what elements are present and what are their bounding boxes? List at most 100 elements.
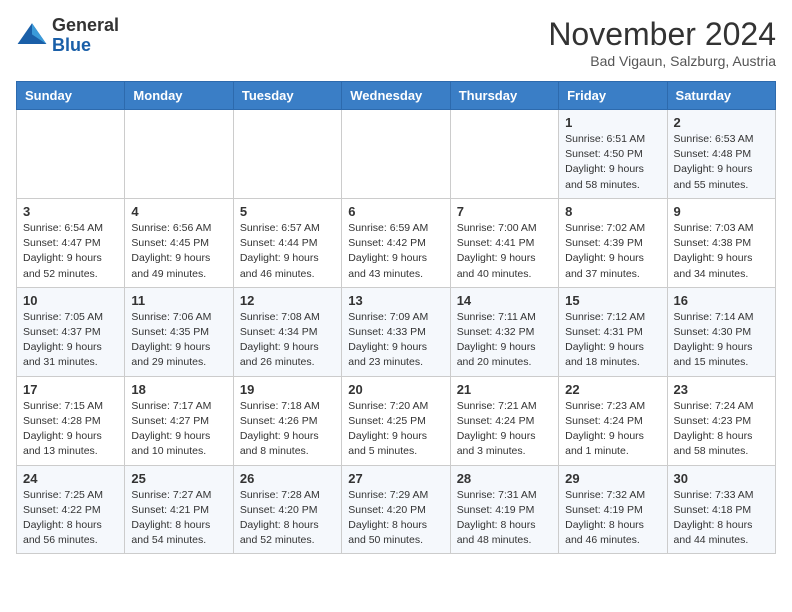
day-info: Sunrise: 7:31 AM Sunset: 4:19 PM Dayligh… — [457, 488, 552, 549]
day-number: 20 — [348, 382, 443, 397]
logo-icon — [16, 20, 48, 52]
day-info: Sunrise: 6:57 AM Sunset: 4:44 PM Dayligh… — [240, 221, 335, 282]
day-info: Sunrise: 7:03 AM Sunset: 4:38 PM Dayligh… — [674, 221, 769, 282]
day-info: Sunrise: 7:20 AM Sunset: 4:25 PM Dayligh… — [348, 399, 443, 460]
day-number: 6 — [348, 204, 443, 219]
day-info: Sunrise: 7:11 AM Sunset: 4:32 PM Dayligh… — [457, 310, 552, 371]
calendar-week-row: 10Sunrise: 7:05 AM Sunset: 4:37 PM Dayli… — [17, 287, 776, 376]
day-of-week-header: Tuesday — [233, 82, 341, 110]
day-number: 1 — [565, 115, 660, 130]
calendar-week-row: 17 Sunrise: 7:15 AM Sunset: 4:28 PM Dayli… — [17, 376, 776, 465]
calendar-day-cell: 21 Sunrise: 7:21 AM Sunset: 4:24 PM Dayli… — [450, 376, 558, 465]
day-number: 30 — [674, 471, 769, 486]
day-number: 24 — [23, 471, 118, 486]
day-number: 14 — [457, 293, 552, 308]
day-info: Sunrise: 7:21 AM Sunset: 4:24 PM Dayligh… — [457, 399, 552, 460]
calendar-day-cell: 12 Sunrise: 7:08 AM Sunset: 4:34 PM Dayli… — [233, 287, 341, 376]
calendar-day-cell: 17 Sunrise: 7:15 AM Sunset: 4:28 PM Dayli… — [17, 376, 125, 465]
calendar-day-cell: 30 Sunrise: 7:33 AM Sunset: 4:18 PM Dayli… — [667, 465, 775, 554]
day-number: 25 — [131, 471, 226, 486]
day-info: Sunrise: 7:24 AM Sunset: 4:23 PM Dayligh… — [674, 399, 769, 460]
day-info: Sunrise: 6:54 AM Sunset: 4:47 PM Dayligh… — [23, 221, 118, 282]
calendar-day-cell — [450, 110, 558, 199]
calendar-day-cell: 25 Sunrise: 7:27 AM Sunset: 4:21 PM Dayli… — [125, 465, 233, 554]
calendar-day-cell: 23 Sunrise: 7:24 AM Sunset: 4:23 PM Dayli… — [667, 376, 775, 465]
day-number: 17 — [23, 382, 118, 397]
day-info: Sunrise: 7:33 AM Sunset: 4:18 PM Dayligh… — [674, 488, 769, 549]
calendar-day-cell: 16Sunrise: 7:14 AM Sunset: 4:30 PM Dayli… — [667, 287, 775, 376]
day-number: 21 — [457, 382, 552, 397]
day-info: Sunrise: 7:17 AM Sunset: 4:27 PM Dayligh… — [131, 399, 226, 460]
day-info: Sunrise: 7:15 AM Sunset: 4:28 PM Dayligh… — [23, 399, 118, 460]
calendar-week-row: 3 Sunrise: 6:54 AM Sunset: 4:47 PM Daylig… — [17, 198, 776, 287]
logo-text: General Blue — [52, 16, 119, 56]
calendar-day-cell: 3 Sunrise: 6:54 AM Sunset: 4:47 PM Daylig… — [17, 198, 125, 287]
day-number: 15 — [565, 293, 660, 308]
day-info: Sunrise: 7:02 AM Sunset: 4:39 PM Dayligh… — [565, 221, 660, 282]
calendar-week-row: 24 Sunrise: 7:25 AM Sunset: 4:22 PM Dayli… — [17, 465, 776, 554]
day-number: 29 — [565, 471, 660, 486]
calendar-day-cell: 27 Sunrise: 7:29 AM Sunset: 4:20 PM Dayli… — [342, 465, 450, 554]
day-number: 22 — [565, 382, 660, 397]
header-row: SundayMondayTuesdayWednesdayThursdayFrid… — [17, 82, 776, 110]
day-number: 19 — [240, 382, 335, 397]
day-number: 7 — [457, 204, 552, 219]
day-of-week-header: Monday — [125, 82, 233, 110]
calendar-day-cell: 24 Sunrise: 7:25 AM Sunset: 4:22 PM Dayli… — [17, 465, 125, 554]
day-of-week-header: Friday — [559, 82, 667, 110]
calendar-day-cell: 18 Sunrise: 7:17 AM Sunset: 4:27 PM Dayli… — [125, 376, 233, 465]
day-info: Sunrise: 7:05 AM Sunset: 4:37 PM Dayligh… — [23, 310, 118, 371]
logo: General Blue — [16, 16, 119, 56]
calendar-week-row: 1 Sunrise: 6:51 AM Sunset: 4:50 PM Daylig… — [17, 110, 776, 199]
day-info: Sunrise: 7:18 AM Sunset: 4:26 PM Dayligh… — [240, 399, 335, 460]
day-number: 5 — [240, 204, 335, 219]
calendar-day-cell: 11Sunrise: 7:06 AM Sunset: 4:35 PM Dayli… — [125, 287, 233, 376]
day-number: 27 — [348, 471, 443, 486]
day-number: 18 — [131, 382, 226, 397]
calendar-day-cell — [17, 110, 125, 199]
day-info: Sunrise: 6:51 AM Sunset: 4:50 PM Dayligh… — [565, 132, 660, 193]
page-header: General Blue November 2024 Bad Vigaun, S… — [16, 16, 776, 69]
day-info: Sunrise: 7:08 AM Sunset: 4:34 PM Dayligh… — [240, 310, 335, 371]
location: Bad Vigaun, Salzburg, Austria — [548, 53, 776, 69]
calendar-day-cell: 4Sunrise: 6:56 AM Sunset: 4:45 PM Daylig… — [125, 198, 233, 287]
month-title: November 2024 — [548, 16, 776, 53]
calendar-day-cell: 1 Sunrise: 6:51 AM Sunset: 4:50 PM Daylig… — [559, 110, 667, 199]
day-info: Sunrise: 6:59 AM Sunset: 4:42 PM Dayligh… — [348, 221, 443, 282]
calendar-day-cell: 15 Sunrise: 7:12 AM Sunset: 4:31 PM Dayli… — [559, 287, 667, 376]
day-number: 12 — [240, 293, 335, 308]
day-number: 3 — [23, 204, 118, 219]
day-info: Sunrise: 7:28 AM Sunset: 4:20 PM Dayligh… — [240, 488, 335, 549]
day-number: 28 — [457, 471, 552, 486]
day-of-week-header: Sunday — [17, 82, 125, 110]
calendar-day-cell: 5 Sunrise: 6:57 AM Sunset: 4:44 PM Daylig… — [233, 198, 341, 287]
day-info: Sunrise: 7:12 AM Sunset: 4:31 PM Dayligh… — [565, 310, 660, 371]
day-of-week-header: Thursday — [450, 82, 558, 110]
calendar-day-cell: 2 Sunrise: 6:53 AM Sunset: 4:48 PM Daylig… — [667, 110, 775, 199]
day-number: 13 — [348, 293, 443, 308]
day-info: Sunrise: 7:27 AM Sunset: 4:21 PM Dayligh… — [131, 488, 226, 549]
day-number: 2 — [674, 115, 769, 130]
day-info: Sunrise: 7:29 AM Sunset: 4:20 PM Dayligh… — [348, 488, 443, 549]
calendar-day-cell: 26 Sunrise: 7:28 AM Sunset: 4:20 PM Dayli… — [233, 465, 341, 554]
day-of-week-header: Wednesday — [342, 82, 450, 110]
calendar-day-cell — [125, 110, 233, 199]
day-number: 4 — [131, 204, 226, 219]
day-number: 23 — [674, 382, 769, 397]
calendar-day-cell: 22 Sunrise: 7:23 AM Sunset: 4:24 PM Dayli… — [559, 376, 667, 465]
calendar-day-cell: 7Sunrise: 7:00 AM Sunset: 4:41 PM Daylig… — [450, 198, 558, 287]
calendar-day-cell: 19 Sunrise: 7:18 AM Sunset: 4:26 PM Dayli… — [233, 376, 341, 465]
day-number: 11 — [131, 293, 226, 308]
calendar-day-cell — [342, 110, 450, 199]
calendar-day-cell: 20 Sunrise: 7:20 AM Sunset: 4:25 PM Dayli… — [342, 376, 450, 465]
day-info: Sunrise: 7:09 AM Sunset: 4:33 PM Dayligh… — [348, 310, 443, 371]
calendar-day-cell: 28 Sunrise: 7:31 AM Sunset: 4:19 PM Dayli… — [450, 465, 558, 554]
day-info: Sunrise: 7:32 AM Sunset: 4:19 PM Dayligh… — [565, 488, 660, 549]
day-info: Sunrise: 7:25 AM Sunset: 4:22 PM Dayligh… — [23, 488, 118, 549]
day-number: 8 — [565, 204, 660, 219]
day-info: Sunrise: 7:23 AM Sunset: 4:24 PM Dayligh… — [565, 399, 660, 460]
day-number: 26 — [240, 471, 335, 486]
calendar-day-cell: 6 Sunrise: 6:59 AM Sunset: 4:42 PM Daylig… — [342, 198, 450, 287]
day-info: Sunrise: 6:53 AM Sunset: 4:48 PM Dayligh… — [674, 132, 769, 193]
calendar-day-cell: 8 Sunrise: 7:02 AM Sunset: 4:39 PM Daylig… — [559, 198, 667, 287]
